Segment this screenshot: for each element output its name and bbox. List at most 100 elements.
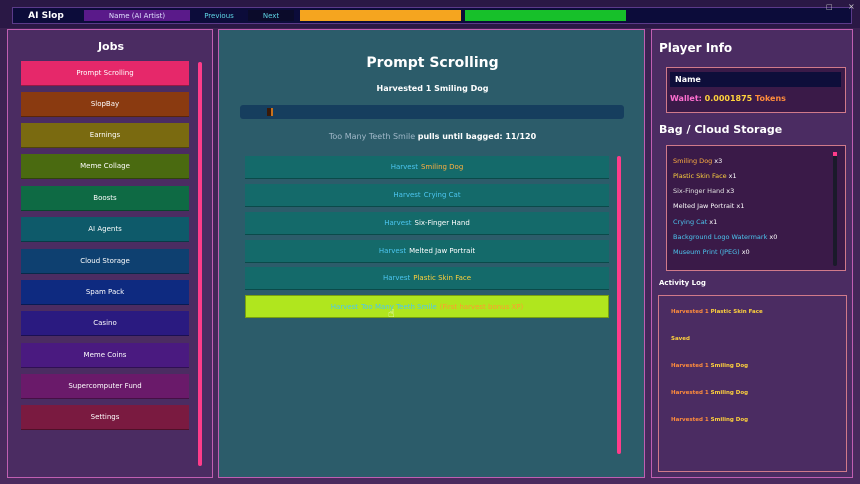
wallet-line: Wallet: 0.0001875 Tokens bbox=[670, 94, 786, 103]
activity-entry: Harvested 1 Smiling Dog bbox=[671, 417, 748, 423]
job-button[interactable]: Earnings bbox=[21, 123, 189, 148]
player-info-title: Player Info bbox=[659, 41, 733, 55]
job-button[interactable]: Settings bbox=[21, 405, 189, 430]
jobs-scrollbar[interactable] bbox=[198, 62, 202, 466]
job-button[interactable]: Cloud Storage bbox=[21, 249, 189, 274]
activity-item: Smiling Dog bbox=[710, 390, 749, 396]
job-button[interactable]: Meme Collage bbox=[21, 154, 189, 179]
restore-window-icon[interactable]: □ bbox=[826, 3, 833, 11]
harvest-item: Six-Finger Hand bbox=[414, 219, 470, 227]
activity-entry: Harvested 1 Plastic Skin Face bbox=[671, 309, 763, 315]
activity-item: Saved bbox=[671, 336, 690, 342]
harvest-status: Harvested 1 Smiling Dog bbox=[376, 84, 489, 93]
harvest-item: Smiling Dog bbox=[420, 163, 464, 171]
harvest-verb: Harvest bbox=[384, 219, 412, 227]
bag-list: Smiling Dog x3 Plastic Skin Face x1 Six-Fing… bbox=[666, 145, 846, 271]
job-button[interactable]: Prompt Scrolling bbox=[21, 61, 189, 86]
harvest-verb: Harvest bbox=[393, 191, 421, 199]
info-panel: Player Info Name Wallet: 0.0001875 Token… bbox=[651, 29, 853, 478]
job-button[interactable]: Meme Coins bbox=[21, 343, 189, 368]
green-status-bar bbox=[465, 10, 626, 21]
job-button[interactable]: Casino bbox=[21, 311, 189, 336]
activity-entry: Saved bbox=[671, 336, 690, 342]
player-info-box: Name Wallet: 0.0001875 Tokens bbox=[666, 67, 846, 113]
wallet-value: 0.0001875 bbox=[704, 94, 753, 103]
bag-item: Crying Cat x1 bbox=[673, 218, 717, 226]
jobs-panel: Jobs Prompt Scrolling SlopBay Earnings Meme… bbox=[7, 29, 213, 478]
job-button[interactable]: Boosts bbox=[21, 186, 189, 211]
pulls-count-text: pulls until bagged: 11/120 bbox=[417, 132, 537, 141]
bag-item-name: Museum Print (JPEG) bbox=[673, 248, 740, 256]
bag-item-count: x1 bbox=[709, 218, 718, 226]
activity-item: Smiling Dog bbox=[710, 363, 749, 369]
wallet-label: Wallet: bbox=[670, 94, 702, 103]
bag-item-count: x0 bbox=[741, 248, 750, 256]
activity-item: Plastic Skin Face bbox=[710, 309, 763, 315]
pulls-item-name: Too Many Teeth Smile bbox=[328, 132, 416, 141]
bag-scrollbar-thumb[interactable] bbox=[833, 152, 837, 156]
harvest-row[interactable]: Harvest Six-Finger Hand bbox=[245, 212, 609, 235]
page-title: Prompt Scrolling bbox=[366, 55, 499, 71]
activity-verb: Harvested 1 bbox=[671, 363, 709, 369]
bag-item-count: x3 bbox=[726, 187, 735, 195]
jobs-title: Jobs bbox=[97, 40, 125, 53]
activity-verb: Harvested 1 bbox=[671, 309, 709, 315]
harvest-row[interactable]: Harvest Smiling Dog bbox=[245, 156, 609, 179]
bag-item-name: Smiling Dog bbox=[673, 157, 713, 165]
pulls-counter: Too Many Teeth Smile pulls until bagged:… bbox=[219, 132, 646, 141]
harvest-item: Melted Jaw Portrait bbox=[409, 247, 476, 255]
activity-log-title: Activity Log bbox=[659, 279, 706, 287]
bag-item-name: Crying Cat bbox=[673, 218, 708, 226]
bag-item-name: Melted Jaw Portrait bbox=[673, 202, 735, 210]
activity-item: Smiling Dog bbox=[710, 417, 749, 423]
bag-item: Six-Finger Hand x3 bbox=[673, 187, 734, 195]
previous-button[interactable]: Previous bbox=[194, 10, 244, 21]
bag-scrollbar[interactable] bbox=[833, 152, 837, 266]
activity-log: Harvested 1 Plastic Skin Face Saved Harvest… bbox=[658, 295, 847, 472]
harvest-item: Plastic Skin Face bbox=[413, 274, 472, 282]
bag-item-count: x3 bbox=[714, 157, 723, 165]
job-button[interactable]: AI Agents bbox=[21, 217, 189, 242]
bag-item-name: Plastic Skin Face bbox=[673, 172, 727, 180]
wallet-unit: Tokens bbox=[755, 94, 786, 103]
harvest-row[interactable]: Harvest Melted Jaw Portrait bbox=[245, 240, 609, 263]
progress-marker bbox=[267, 108, 271, 116]
bag-item: Plastic Skin Face x1 bbox=[673, 172, 737, 180]
orange-status-bar bbox=[300, 10, 461, 21]
activity-entry: Harvested 1 Smiling Dog bbox=[671, 390, 748, 396]
harvest-verb: Harvest bbox=[390, 163, 418, 171]
job-button[interactable]: Supercomputer Fund bbox=[21, 374, 189, 399]
close-window-icon[interactable]: × bbox=[848, 2, 855, 11]
harvest-scrollbar[interactable] bbox=[617, 156, 621, 454]
cursor-hand-icon: ☝ bbox=[388, 307, 395, 320]
job-button[interactable]: Spam Pack bbox=[21, 280, 189, 305]
harvest-row[interactable]: Harvest Plastic Skin Face bbox=[245, 267, 609, 290]
bag-item-count: x1 bbox=[728, 172, 737, 180]
harvest-row[interactable]: Harvest Too Many Teeth Smile (First harves… bbox=[245, 295, 609, 318]
activity-verb: Harvested 1 bbox=[671, 417, 709, 423]
bag-item-count: x1 bbox=[736, 202, 745, 210]
bag-item: Smiling Dog x3 bbox=[673, 157, 722, 165]
harvest-progress-bar bbox=[240, 105, 624, 119]
harvest-item: Crying Cat bbox=[423, 191, 461, 199]
harvest-verb: Harvest bbox=[382, 274, 411, 282]
bag-item-name: Background Logo Watermark bbox=[673, 233, 768, 241]
activity-verb: Harvested 1 bbox=[671, 390, 709, 396]
harvest-item: Too Many Teeth Smile bbox=[361, 302, 437, 311]
bag-item-name: Six-Finger Hand bbox=[673, 187, 725, 195]
main-panel: Prompt Scrolling Harvested 1 Smiling Dog… bbox=[218, 29, 645, 478]
player-name: Name bbox=[670, 72, 841, 87]
app-title: AI Slop bbox=[28, 10, 64, 21]
harvest-verb: Harvest bbox=[378, 247, 407, 255]
bag-item: Melted Jaw Portrait x1 bbox=[673, 202, 744, 210]
bag-item: Museum Print (JPEG) x0 bbox=[673, 248, 750, 256]
name-field[interactable]: Name (AI Artist) bbox=[84, 10, 190, 21]
next-button[interactable]: Next bbox=[248, 10, 294, 21]
activity-entry: Harvested 1 Smiling Dog bbox=[671, 363, 748, 369]
bag-item-count: x0 bbox=[769, 233, 778, 241]
bag-title: Bag / Cloud Storage bbox=[659, 123, 783, 136]
job-button[interactable]: SlopBay bbox=[21, 92, 189, 117]
harvest-bonus: (First harvest bonus XP) bbox=[439, 302, 524, 311]
harvest-row[interactable]: Harvest Crying Cat bbox=[245, 184, 609, 207]
harvest-verb: Harvest bbox=[330, 302, 359, 311]
